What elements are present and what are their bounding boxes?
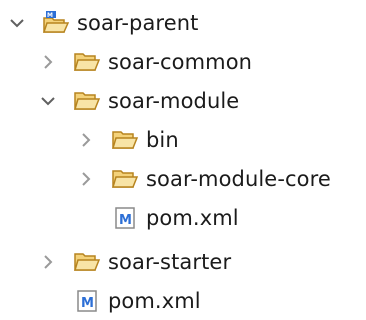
tree-node-bin[interactable]: bin — [77, 125, 179, 155]
tree-node-label: soar-module-core — [146, 167, 331, 191]
tree-node-label: soar-common — [108, 50, 253, 74]
project-explorer-tree: M soar-parent soar-common soar-module bi… — [0, 0, 366, 320]
tree-node-soar-parent[interactable]: M soar-parent — [8, 8, 198, 38]
svg-text:M: M — [119, 213, 132, 228]
folder-icon — [111, 127, 139, 153]
chevron-right-icon[interactable] — [77, 131, 95, 149]
chevron-right-icon[interactable] — [77, 170, 95, 188]
tree-node-soar-common[interactable]: soar-common — [39, 47, 252, 77]
tree-node-label: bin — [146, 128, 179, 152]
tree-node-label: pom.xml — [146, 206, 239, 230]
folder-icon — [73, 249, 101, 275]
tree-node-label: soar-starter — [108, 250, 232, 274]
tree-node-soar-module-core[interactable]: soar-module-core — [77, 164, 331, 194]
tree-node-label: soar-module — [108, 89, 240, 113]
svg-text:M: M — [81, 296, 94, 311]
folder-icon — [73, 49, 101, 75]
maven-pom-file-icon: M — [111, 205, 139, 231]
chevron-down-icon[interactable] — [8, 14, 26, 32]
tree-node-soar-module[interactable]: soar-module — [39, 86, 239, 116]
folder-icon — [111, 166, 139, 192]
chevron-right-icon[interactable] — [39, 253, 57, 271]
svg-text:M: M — [47, 12, 53, 19]
maven-pom-file-icon: M — [73, 288, 101, 314]
chevron-right-icon[interactable] — [39, 53, 57, 71]
tree-node-pom-xml[interactable]: M pom.xml — [39, 286, 201, 316]
chevron-down-icon[interactable] — [39, 92, 57, 110]
tree-node-soar-starter[interactable]: soar-starter — [39, 247, 231, 277]
tree-node-label: pom.xml — [108, 289, 201, 313]
maven-project-folder-icon: M — [42, 10, 70, 36]
tree-node-pom-xml[interactable]: M pom.xml — [77, 203, 239, 233]
tree-node-label: soar-parent — [77, 11, 199, 35]
folder-icon — [73, 88, 101, 114]
